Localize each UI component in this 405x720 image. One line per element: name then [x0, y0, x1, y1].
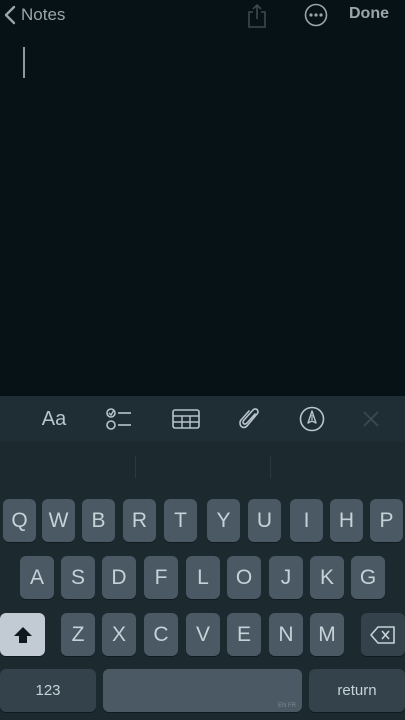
key-w[interactable]: W — [42, 499, 75, 542]
space-bar[interactable]: EN FR — [103, 669, 302, 712]
key-r[interactable]: R — [123, 499, 156, 542]
shift-icon — [13, 626, 32, 643]
key-j[interactable]: J — [269, 556, 303, 599]
attachment-button[interactable] — [236, 404, 264, 434]
key-i[interactable]: I — [290, 499, 323, 542]
markup-pen-icon — [299, 406, 325, 432]
key-n[interactable]: N — [269, 613, 303, 656]
key-q[interactable]: Q — [3, 499, 36, 542]
key-f[interactable]: F — [144, 556, 178, 599]
key-g[interactable]: G — [351, 556, 385, 599]
done-button[interactable]: Done — [349, 5, 389, 23]
backspace-key[interactable] — [361, 613, 405, 656]
table-button[interactable] — [171, 404, 201, 434]
close-toolbar-button[interactable] — [358, 404, 384, 434]
key-p[interactable]: P — [370, 499, 403, 542]
key-u[interactable]: U — [248, 499, 281, 542]
space-language-label: EN FR — [278, 703, 296, 709]
key-x[interactable]: X — [102, 613, 136, 656]
key-v[interactable]: V — [186, 613, 220, 656]
share-button[interactable] — [246, 3, 268, 29]
key-c[interactable]: C — [144, 613, 178, 656]
close-icon — [363, 411, 379, 427]
key-e[interactable]: E — [227, 613, 261, 656]
key-b[interactable]: B — [82, 499, 115, 542]
text-cursor — [23, 47, 25, 78]
formatting-toolbar: Aa — [0, 396, 405, 442]
keyboard: Q W B R T Y U I H P A S D F L O J K G Z … — [0, 442, 405, 720]
key-a[interactable]: A — [20, 556, 54, 599]
back-label: Notes — [21, 5, 66, 24]
checklist-icon — [106, 408, 131, 430]
key-z[interactable]: Z — [61, 613, 95, 656]
predictive-text-bar — [0, 442, 405, 494]
key-s[interactable]: S — [61, 556, 95, 599]
note-editor[interactable] — [0, 34, 405, 396]
key-y[interactable]: Y — [207, 499, 240, 542]
key-m[interactable]: M — [310, 613, 344, 656]
key-l[interactable]: L — [186, 556, 220, 599]
key-k[interactable]: K — [310, 556, 344, 599]
text-format-button[interactable]: Aa — [36, 404, 72, 434]
shift-key[interactable] — [0, 613, 45, 656]
key-h[interactable]: H — [330, 499, 363, 542]
chevron-left-icon — [4, 5, 16, 25]
navigation-bar: Notes Done — [0, 0, 405, 34]
share-icon — [248, 3, 266, 28]
more-button[interactable] — [304, 3, 328, 27]
checklist-button[interactable] — [104, 404, 134, 434]
key-t[interactable]: T — [164, 499, 197, 542]
numbers-key[interactable]: 123 — [0, 669, 96, 712]
markup-button[interactable] — [298, 404, 326, 434]
key-d[interactable]: D — [102, 556, 136, 599]
more-icon — [304, 3, 328, 27]
back-button[interactable]: Notes — [4, 2, 65, 28]
paperclip-icon — [239, 408, 259, 429]
return-key[interactable]: return — [309, 669, 405, 712]
predictive-divider — [135, 456, 136, 478]
predictive-divider — [270, 456, 271, 478]
key-o[interactable]: O — [227, 556, 261, 599]
backspace-icon — [370, 625, 395, 644]
table-icon — [172, 409, 200, 429]
